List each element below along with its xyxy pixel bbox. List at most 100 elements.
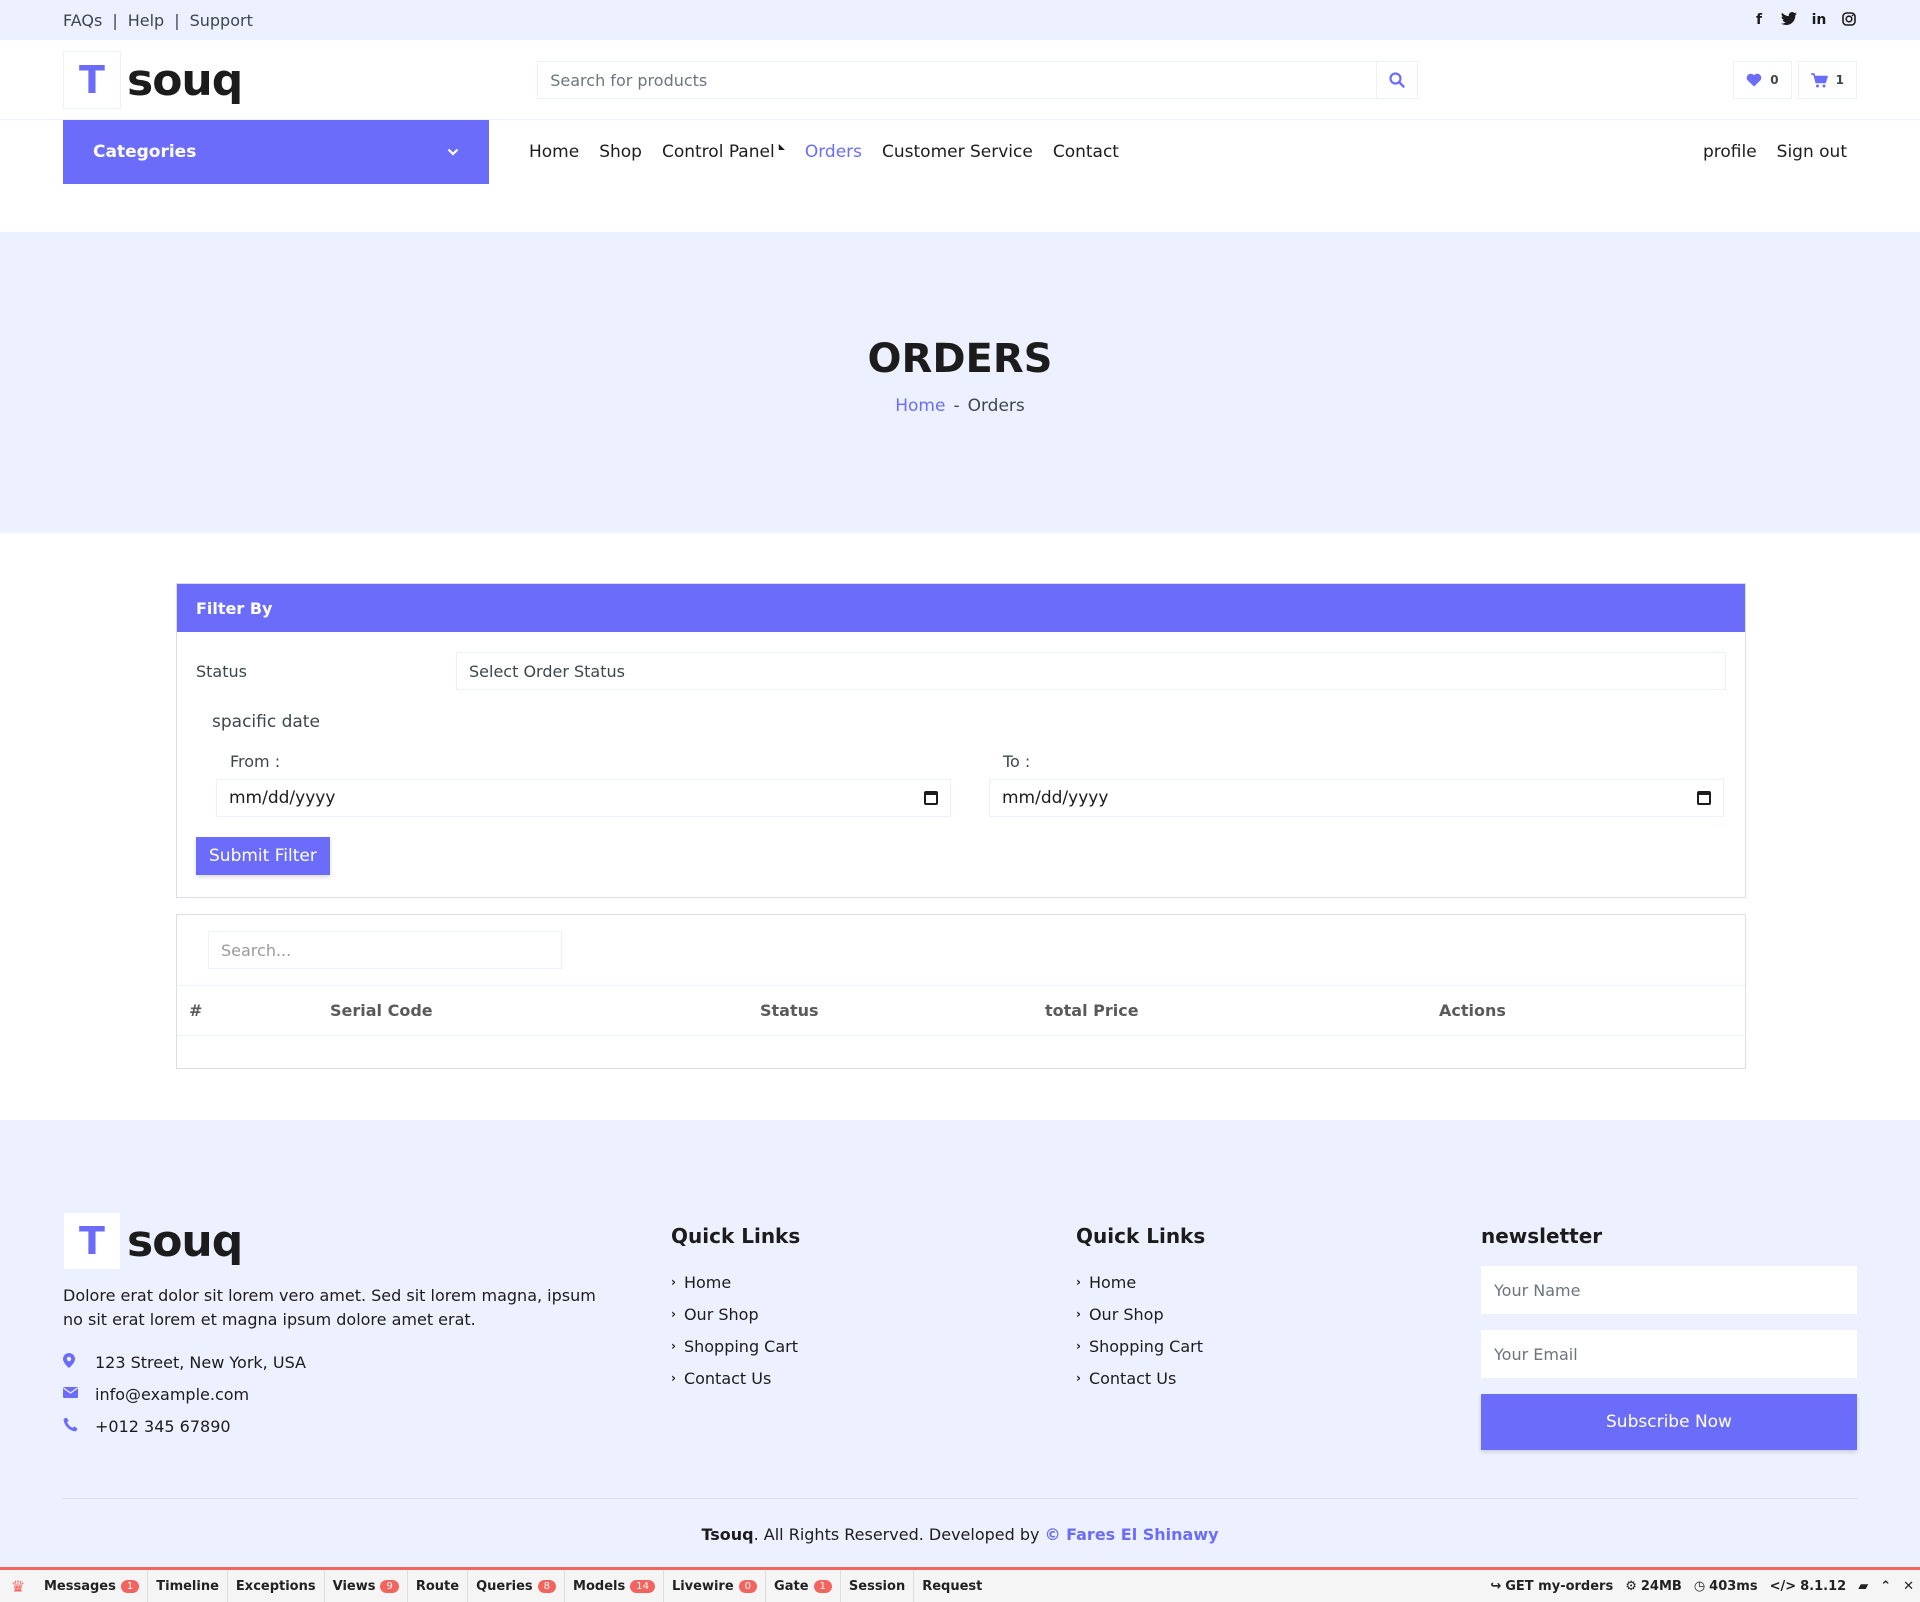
- categories-label: Categories: [93, 142, 197, 162]
- folder-icon[interactable]: ▰: [1852, 1570, 1874, 1602]
- search-input[interactable]: [538, 62, 1377, 98]
- cart-button[interactable]: 1: [1797, 61, 1857, 99]
- twitter-icon[interactable]: [1781, 12, 1797, 28]
- footer-link-label: Home: [683, 1272, 732, 1292]
- newsletter-name-input[interactable]: Your Name: [1481, 1266, 1857, 1314]
- newsletter-email-input[interactable]: Your Email: [1481, 1330, 1857, 1378]
- linkedin-icon[interactable]: in: [1811, 12, 1827, 28]
- footer-link-shopping-cart[interactable]: › Shopping Cart: [671, 1330, 1076, 1362]
- debug-stats: ↪ GET my-orders ⚙ 24MB ◷ 403ms </> 8.1.12 ▰ …: [1484, 1570, 1920, 1602]
- from-date-group: From : mm/dd/yyyy: [216, 752, 951, 817]
- footer-logo[interactable]: T souq: [63, 1212, 671, 1270]
- nav-control-panel[interactable]: Control Panel ◣: [662, 142, 785, 162]
- code-icon: </>: [1769, 1578, 1797, 1594]
- nav-orders[interactable]: Orders: [805, 142, 862, 162]
- wishlist-button[interactable]: 0: [1733, 61, 1792, 99]
- email-text[interactable]: info@example.com: [95, 1385, 249, 1404]
- copyright-text: . All Rights Reserved. Developed by: [753, 1525, 1045, 1544]
- support-link[interactable]: Support: [190, 11, 253, 30]
- footer-link-shopping-cart[interactable]: › Shopping Cart: [1076, 1330, 1481, 1362]
- column-header-number[interactable]: #: [189, 1001, 202, 1020]
- from-label: From :: [230, 752, 281, 771]
- subscribe-button[interactable]: Subscribe Now: [1481, 1394, 1857, 1450]
- site-logo[interactable]: T souq: [63, 51, 243, 109]
- debug-tab-messages[interactable]: Messages 1: [36, 1570, 149, 1602]
- column-header-actions[interactable]: Actions: [1439, 1001, 1506, 1020]
- debug-route-text: GET my-orders: [1505, 1578, 1614, 1594]
- column-header-serial-code[interactable]: Serial Code: [330, 1001, 433, 1020]
- column-header-total-price[interactable]: total Price: [1045, 1001, 1139, 1020]
- clock-icon: ◷: [1693, 1578, 1706, 1594]
- laravel-logo-icon[interactable]: ♛: [0, 1577, 36, 1596]
- footer-link-label: Our Shop: [683, 1304, 759, 1324]
- chevron-right-icon: ›: [671, 1275, 676, 1289]
- debug-tab-session[interactable]: Session: [841, 1570, 915, 1602]
- debug-tab-livewire[interactable]: Livewire 0: [664, 1570, 767, 1602]
- logo-word: souq: [127, 1215, 243, 1267]
- search-button[interactable]: [1376, 62, 1417, 98]
- logo-mark: T: [63, 1212, 121, 1270]
- status-select[interactable]: Select Order Status: [456, 652, 1726, 690]
- footer-link-label: Shopping Cart: [1088, 1336, 1204, 1356]
- footer-description: Dolore erat dolor sit lorem vero amet. S…: [63, 1286, 596, 1329]
- chevron-right-icon: ›: [1076, 1371, 1081, 1385]
- close-icon[interactable]: ✕: [1897, 1570, 1920, 1602]
- debug-tab-exceptions[interactable]: Exceptions: [228, 1570, 325, 1602]
- quick-links-title: Quick Links: [671, 1224, 801, 1248]
- orders-content: Filter By Status Select Order Status spa…: [0, 533, 1920, 1120]
- footer-link-home[interactable]: › Home: [671, 1266, 1076, 1298]
- from-date-input[interactable]: mm/dd/yyyy: [216, 779, 951, 817]
- debug-tab-request[interactable]: Request: [914, 1570, 990, 1602]
- quick-links-title: Quick Links: [1076, 1224, 1206, 1248]
- calendar-icon[interactable]: [924, 791, 938, 805]
- footer-link-label: Contact Us: [1088, 1368, 1177, 1388]
- debug-tab-route[interactable]: Route: [408, 1570, 469, 1602]
- chevron-right-icon: ›: [1076, 1275, 1081, 1289]
- footer-about: T souq Dolore erat dolor sit lorem vero …: [63, 1212, 671, 1450]
- footer-link-our-shop[interactable]: › Our Shop: [671, 1298, 1076, 1330]
- facebook-icon[interactable]: f: [1751, 12, 1767, 28]
- logo-mark: T: [63, 51, 121, 109]
- debug-php-text: 8.1.12: [1800, 1578, 1847, 1594]
- table-search-input[interactable]: [208, 931, 562, 969]
- to-date-input[interactable]: mm/dd/yyyy: [989, 779, 1724, 817]
- calendar-icon[interactable]: [1697, 791, 1711, 805]
- cogs-icon: ⚙: [1625, 1578, 1637, 1594]
- instagram-icon[interactable]: [1841, 12, 1857, 28]
- debug-tab-models[interactable]: Models 14: [565, 1570, 664, 1602]
- profile-link[interactable]: profile: [1703, 142, 1757, 162]
- categories-toggle[interactable]: Categories: [63, 120, 489, 184]
- top-bar: FAQs | Help | Support f in: [0, 0, 1920, 40]
- copyright-brand: Tsouq: [701, 1525, 754, 1544]
- footer-link-contact-us[interactable]: › Contact Us: [671, 1362, 1076, 1394]
- footer-link-contact-us[interactable]: › Contact Us: [1076, 1362, 1481, 1394]
- breadcrumb-home[interactable]: Home: [895, 396, 945, 416]
- debug-tab-views[interactable]: Views 9: [325, 1570, 408, 1602]
- faqs-link[interactable]: FAQs: [63, 11, 102, 30]
- column-header-status[interactable]: Status: [760, 1001, 819, 1020]
- help-link[interactable]: Help: [128, 11, 164, 30]
- debug-tab-label: Gate: [774, 1578, 809, 1594]
- debug-tab-gate[interactable]: Gate 1: [766, 1570, 841, 1602]
- heart-icon: [1746, 73, 1762, 87]
- chevron-up-icon[interactable]: ⌃: [1874, 1570, 1897, 1602]
- submit-filter-button[interactable]: Submit Filter: [196, 837, 330, 875]
- orders-table: # Serial Code Status total Price Actions: [176, 914, 1746, 1069]
- footer-link-home[interactable]: › Home: [1076, 1266, 1481, 1298]
- sign-out-link[interactable]: Sign out: [1777, 142, 1847, 162]
- debug-tab-label: Exceptions: [235, 1578, 316, 1594]
- nav-control-panel-label: Control Panel: [661, 142, 775, 162]
- nav-shop[interactable]: Shop: [599, 142, 642, 162]
- debug-tab-queries[interactable]: Queries 8: [468, 1570, 566, 1602]
- debug-route[interactable]: ↪ GET my-orders: [1484, 1570, 1619, 1602]
- nav-customer-service[interactable]: Customer Service: [882, 142, 1033, 162]
- footer-link-our-shop[interactable]: › Our Shop: [1076, 1298, 1481, 1330]
- debug-tab-timeline[interactable]: Timeline: [148, 1570, 228, 1602]
- to-date-group: To : mm/dd/yyyy: [989, 752, 1724, 817]
- nav-row: Categories Home Shop Control Panel ◣ Orde…: [0, 120, 1920, 232]
- logo-word: souq: [127, 54, 243, 106]
- email-item: info@example.com: [63, 1378, 671, 1410]
- nav-contact[interactable]: Contact: [1053, 142, 1119, 162]
- developer-link[interactable]: © Fares El Shinawy: [1045, 1525, 1219, 1544]
- nav-home[interactable]: Home: [529, 142, 579, 162]
